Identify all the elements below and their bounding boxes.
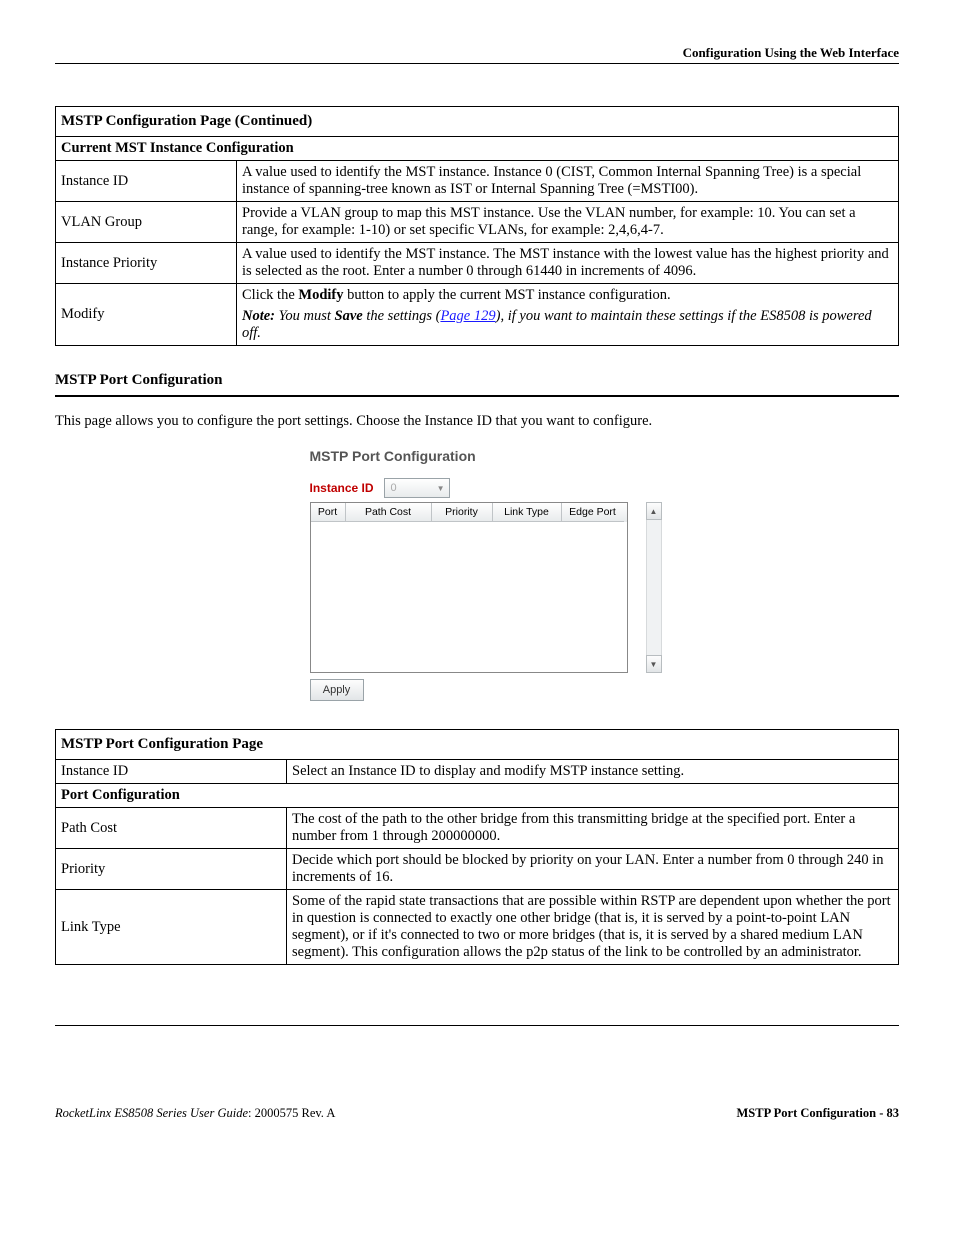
footer: RocketLinx ES8508 Series User Guide: 200… [55,1106,899,1121]
row-instance-id-desc: A value used to identify the MST instanc… [237,161,899,202]
section-heading: MSTP Port Configuration [55,372,899,389]
row2-priority-label: Priority [56,849,287,890]
grid-body [311,522,627,672]
modify-note-mid: the settings ( [363,308,441,324]
row2-priority-desc: Decide which port should be blocked by p… [287,849,899,890]
footer-left: RocketLinx ES8508 Series User Guide: 200… [55,1106,335,1121]
modify-click-post: button to apply the current MST instance… [344,287,671,303]
instance-id-dropdown[interactable]: 0 ▼ [384,478,450,498]
section-rule [55,395,899,397]
footer-left-rest: : 2000575 Rev. A [248,1106,335,1120]
vertical-scrollbar[interactable]: ▲ ▼ [646,502,662,673]
row-modify-label: Modify [56,284,237,346]
modify-click-bold: Modify [298,287,343,303]
modify-click-pre: Click the [242,287,298,303]
table1-title: MSTP Configuration Page (Continued) [56,107,899,137]
instance-id-value: 0 [391,482,397,494]
table1-subtitle: Current MST Instance Configuration [56,137,899,161]
grid-header-priority: Priority [432,503,493,522]
row2-pathcost-desc: The cost of the path to the other bridge… [287,808,899,849]
footer-left-italic: RocketLinx ES8508 Series User Guide [55,1106,248,1120]
port-grid: Port Path Cost Priority Link Type Edge P… [310,502,628,673]
row-modify-desc: Click the Modify button to apply the cur… [237,284,899,346]
scroll-track[interactable] [646,520,662,655]
row-vlan-group-label: VLAN Group [56,202,237,243]
grid-header-edgeport: Edge Port [562,503,624,522]
modify-note-save: Save [335,308,363,324]
chevron-down-icon: ▼ [437,484,445,493]
grid-header-linktype: Link Type [493,503,562,522]
apply-button[interactable]: Apply [310,679,364,701]
row-instance-priority-label: Instance Priority [56,243,237,284]
row2-linktype-desc: Some of the rapid state transactions tha… [287,890,899,965]
modify-note-pre: You must [275,308,335,324]
row-instance-priority-desc: A value used to identify the MST instanc… [237,243,899,284]
footer-rule [55,1025,899,1026]
grid-header-row: Port Path Cost Priority Link Type Edge P… [311,503,627,522]
scroll-up-button[interactable]: ▲ [646,502,662,520]
ui-instance-label: Instance ID [310,481,374,495]
grid-header-port: Port [311,503,346,522]
table2-title: MSTP Port Configuration Page [56,730,899,760]
row2-instanceid-label: Instance ID [56,760,287,784]
modify-note-label: Note: [242,308,275,324]
row-instance-id-label: Instance ID [56,161,237,202]
table2-subtitle: Port Configuration [56,784,899,808]
footer-right: MSTP Port Configuration - 83 [737,1106,900,1121]
mstp-port-config-table: MSTP Port Configuration Page Instance ID… [55,729,899,965]
ui-screenshot: MSTP Port Configuration Instance ID 0 ▼ … [310,448,645,701]
row2-linktype-label: Link Type [56,890,287,965]
mstp-config-continued-table: MSTP Configuration Page (Continued) Curr… [55,106,899,346]
ui-title: MSTP Port Configuration [310,448,645,464]
scroll-down-button[interactable]: ▼ [646,655,662,673]
modify-note-link[interactable]: Page 129 [440,308,495,324]
running-header: Configuration Using the Web Interface [55,45,899,61]
row2-pathcost-label: Path Cost [56,808,287,849]
section-intro: This page allows you to configure the po… [55,413,899,430]
page: Configuration Using the Web Interface MS… [0,0,954,1161]
grid-header-pathcost: Path Cost [346,503,432,522]
header-rule [55,63,899,64]
row-vlan-group-desc: Provide a VLAN group to map this MST ins… [237,202,899,243]
ui-instance-row: Instance ID 0 ▼ [310,478,645,498]
row2-instanceid-desc: Select an Instance ID to display and mod… [287,760,899,784]
